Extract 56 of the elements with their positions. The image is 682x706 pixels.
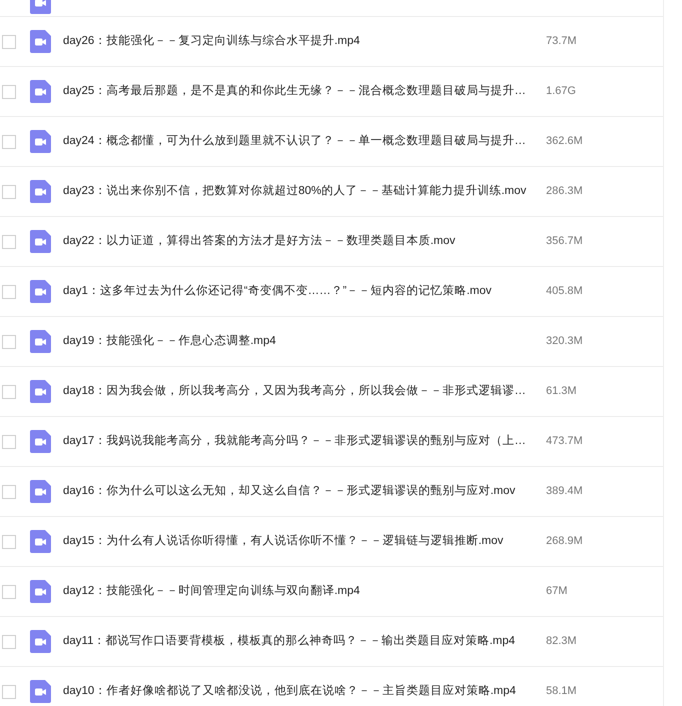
video-file-icon xyxy=(30,380,51,403)
file-size: 362.6M xyxy=(546,134,583,150)
file-name[interactable]: day19：技能强化－－作息心态调整.mp4 xyxy=(63,332,533,350)
video-file-icon xyxy=(30,30,51,53)
video-file-icon xyxy=(30,80,51,103)
file-size: 1.67G xyxy=(546,84,576,100)
video-file-icon xyxy=(30,680,51,703)
file-name[interactable]: day22：以力证道，算得出答案的方法才是好方法－－数理类题目本质.mov xyxy=(63,232,533,250)
file-name[interactable]: day10：作者好像啥都说了又啥都没说，他到底在说啥？－－主旨类题目应对策略.mp4 xyxy=(63,682,533,700)
checkbox[interactable] xyxy=(2,234,16,248)
file-size: 356.7M xyxy=(546,234,583,250)
checkbox[interactable] xyxy=(2,334,16,348)
file-name[interactable]: day17：我妈说我能考高分，我就能考高分吗？－－非形式逻辑谬误的甄别与应对（上… xyxy=(63,432,533,450)
file-size: 405.8M xyxy=(546,284,583,300)
video-file-icon xyxy=(30,230,51,253)
checkbox[interactable] xyxy=(2,434,16,448)
checkbox[interactable] xyxy=(2,534,16,548)
file-name[interactable]: day23：说出来你别不信，把数算对你就超过80%的人了－－基础计算能力提升训练.mov xyxy=(63,182,533,200)
file-name[interactable]: day1：这多年过去为什么你还记得“奇变偶不变……？”－－短内容的记忆策略.mov xyxy=(63,282,533,300)
video-file-icon xyxy=(30,480,51,503)
file-name[interactable]: day18：因为我会做，所以我考高分，又因为我考高分，所以我会做－－非形式逻辑谬… xyxy=(63,382,533,400)
checkbox[interactable] xyxy=(2,484,16,498)
file-size: 286.3M xyxy=(546,184,583,200)
file-size: 320.3M xyxy=(546,334,583,350)
file-name[interactable]: day15：为什么有人说话你听得懂，有人说话你听不懂？－－逻辑链与逻辑推断.mov xyxy=(63,532,533,550)
checkbox[interactable] xyxy=(2,684,16,698)
file-size: 61.3M xyxy=(546,384,577,400)
checkbox[interactable] xyxy=(2,134,16,148)
checkbox[interactable] xyxy=(2,284,16,298)
file-name[interactable]: day25：高考最后那题，是不是真的和你此生无缘？－－混合概念数理题目破局与提升… xyxy=(63,82,533,100)
video-file-icon xyxy=(30,330,51,353)
video-file-icon xyxy=(30,280,51,303)
checkbox[interactable] xyxy=(2,34,16,48)
file-size: 473.7M xyxy=(546,434,583,450)
file-name[interactable]: day16：你为什么可以这么无知，却又这么自信？－－形式逻辑谬误的甄别与应对.mov xyxy=(63,482,533,500)
file-name[interactable]: day11：都说写作口语要背模板，模板真的那么神奇吗？－－输出类题目应对策略.mp4 xyxy=(63,632,533,650)
file-size: 82.3M xyxy=(546,634,577,650)
video-file-icon xyxy=(30,580,51,603)
file-size: 67M xyxy=(546,584,568,600)
file-size: 389.4M xyxy=(546,484,583,500)
file-name[interactable]: day24：概念都懂，可为什么放到题里就不认识了？－－单一概念数理题目破局与提升… xyxy=(63,132,533,150)
video-file-icon xyxy=(30,530,51,553)
checkbox[interactable] xyxy=(2,634,16,648)
checkbox[interactable] xyxy=(2,184,16,198)
video-file-icon xyxy=(30,630,51,653)
checkbox[interactable] xyxy=(2,84,16,98)
file-size: 58.1M xyxy=(546,684,577,700)
file-size: 268.9M xyxy=(546,534,583,550)
video-file-icon xyxy=(30,130,51,153)
video-file-icon xyxy=(30,180,51,203)
file-size: 73.7M xyxy=(546,34,577,50)
file-name[interactable]: day26：技能强化－－复习定向训练与综合水平提升.mp4 xyxy=(63,32,533,50)
checkbox[interactable] xyxy=(2,384,16,398)
file-name[interactable]: day12：技能强化－－时间管理定向训练与双向翻译.mp4 xyxy=(63,582,533,600)
video-file-icon xyxy=(30,430,51,453)
checkbox[interactable] xyxy=(2,584,16,598)
